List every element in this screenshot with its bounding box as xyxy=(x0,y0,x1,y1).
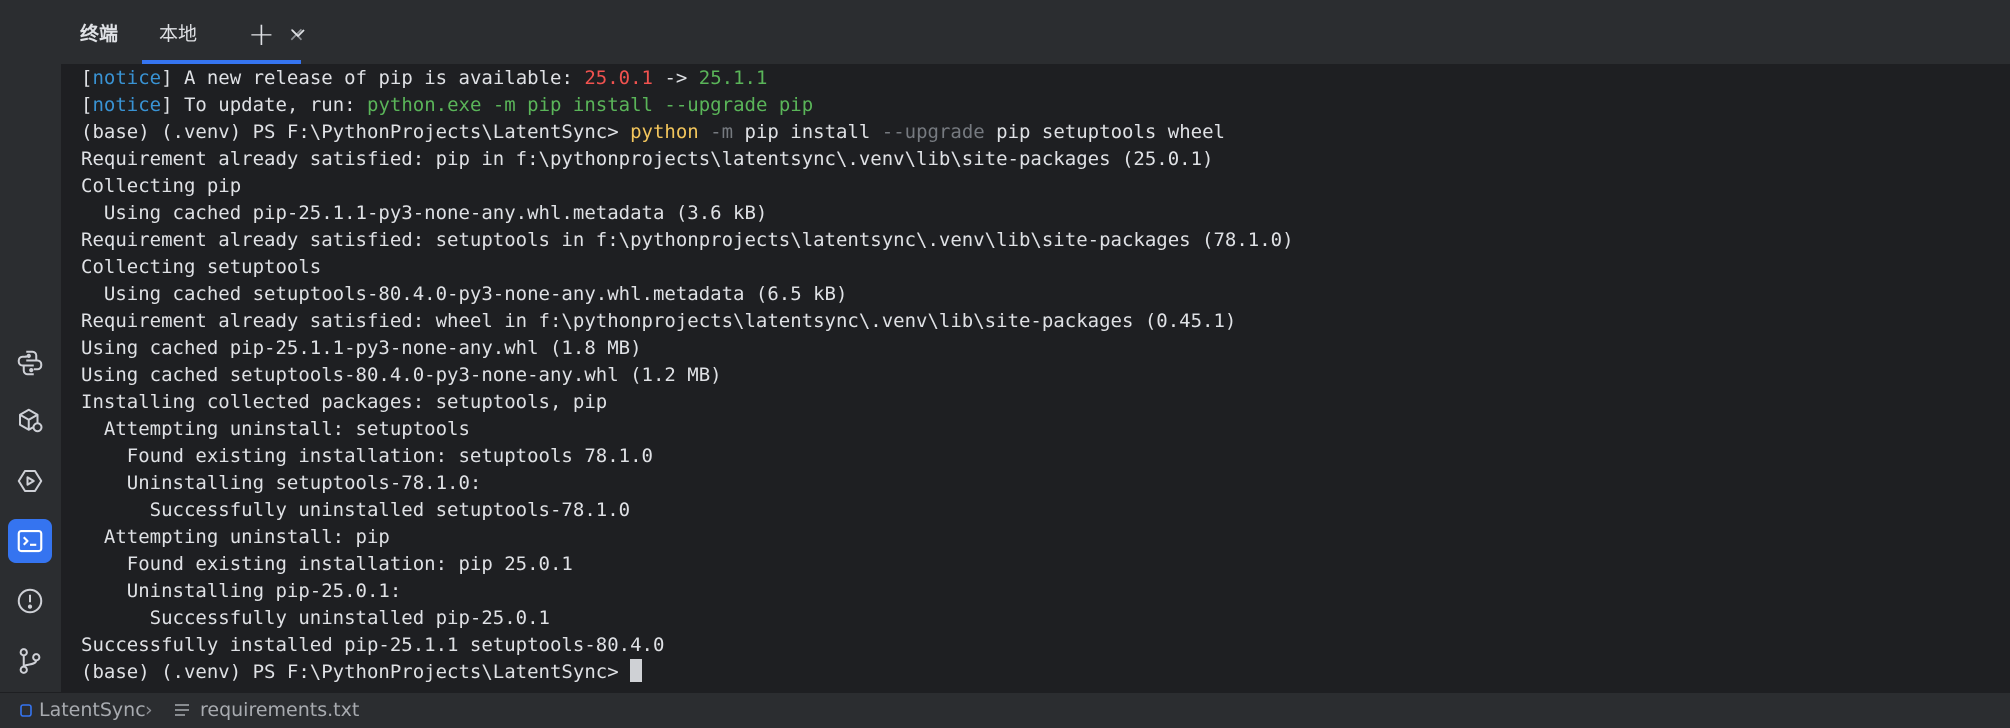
notice-line: [notice] To update, run: python.exe -m p… xyxy=(81,94,814,116)
output-line: Found existing installation: pip 25.0.1 xyxy=(81,553,573,575)
terminal-output[interactable]: [notice] A new release of pip is availab… xyxy=(61,65,2010,692)
output-line: Collecting setuptools xyxy=(81,256,322,278)
file-lines-icon xyxy=(174,693,190,728)
command-line: (base) (.venv) PS F:\PythonProjects\Late… xyxy=(81,121,1225,143)
output-line: Requirement already satisfied: wheel in … xyxy=(81,310,1237,332)
breadcrumb-separator: › xyxy=(145,699,153,721)
output-line: Collecting pip xyxy=(81,175,242,197)
tab-label: 本地 xyxy=(159,23,198,45)
python-packages-icon[interactable] xyxy=(8,341,52,385)
output-line: Successfully uninstalled pip-25.0.1 xyxy=(81,607,550,629)
terminal-icon[interactable] xyxy=(8,519,52,563)
breadcrumb-project-label[interactable]: LatentSync xyxy=(39,693,146,728)
update-command: python.exe -m pip install --upgrade pip xyxy=(367,94,814,116)
breadcrumb-file[interactable]: requirements.txt xyxy=(200,693,359,728)
output-line: Installing collected packages: setuptool… xyxy=(81,391,608,413)
output-line: Attempting uninstall: setuptools xyxy=(81,418,470,440)
output-line: Uninstalling pip-25.0.1: xyxy=(81,580,402,602)
new-tab-button[interactable]: + xyxy=(248,4,275,64)
breadcrumb-project[interactable] xyxy=(20,693,32,728)
notice-line: [notice] A new release of pip is availab… xyxy=(81,67,768,89)
output-line: Successfully uninstalled setuptools-78.1… xyxy=(81,499,631,521)
tool-window-strip xyxy=(0,0,62,692)
new-version: 25.1.1 xyxy=(698,67,768,89)
git-icon[interactable] xyxy=(8,639,52,683)
chevron-down-icon[interactable] xyxy=(289,0,307,58)
output-line: Using cached pip-25.1.1-py3-none-any.whl… xyxy=(81,202,768,224)
terminal-header: 终端 本地 × + xyxy=(61,4,2010,65)
run-icon[interactable] xyxy=(8,459,52,503)
tab-local[interactable]: 本地 × xyxy=(142,4,305,64)
prompt: (base) (.venv) PS F:\PythonProjects\Late… xyxy=(81,121,631,143)
output-line: Requirement already satisfied: setuptool… xyxy=(81,229,1294,251)
output-line: Found existing installation: setuptools … xyxy=(81,445,653,467)
problems-icon[interactable] xyxy=(8,579,52,623)
text-cursor xyxy=(630,659,643,682)
status-bar: LatentSync › requirements.txt xyxy=(0,692,2010,728)
panel-title: 终端 xyxy=(80,23,119,45)
active-tab-indicator xyxy=(142,60,301,64)
output-line: Using cached setuptools-80.4.0-py3-none-… xyxy=(81,364,722,386)
output-line: Successfully installed pip-25.1.1 setupt… xyxy=(81,634,665,656)
output-line: Using cached setuptools-80.4.0-py3-none-… xyxy=(81,283,848,305)
prompt-line[interactable]: (base) (.venv) PS F:\PythonProjects\Late… xyxy=(81,659,2010,686)
output-line: Using cached pip-25.1.1-py3-none-any.whl… xyxy=(81,337,642,359)
services-icon[interactable] xyxy=(8,399,52,443)
output-line: Uninstalling setuptools-78.1.0: xyxy=(81,472,482,494)
output-line: Attempting uninstall: pip xyxy=(81,526,390,548)
output-line: Requirement already satisfied: pip in f:… xyxy=(81,148,1214,170)
old-version: 25.0.1 xyxy=(584,67,653,89)
prompt: (base) (.venv) PS F:\PythonProjects\Late… xyxy=(81,661,631,683)
